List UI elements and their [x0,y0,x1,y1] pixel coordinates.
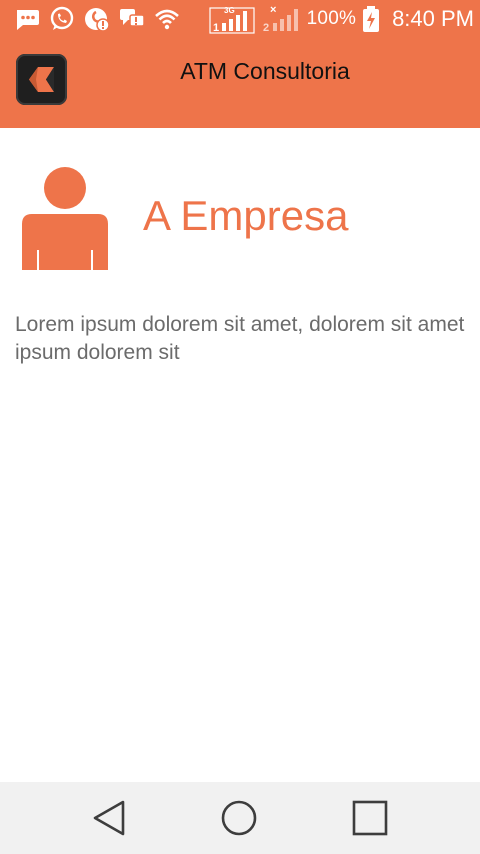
status-left-icons [14,6,180,32]
wifi-icon [155,9,179,30]
home-icon[interactable] [219,798,259,838]
screen: 3G 1 × 2 100% 8:40 PM ATM Consultoria A … [0,0,480,854]
network-type-label: 3G [224,6,235,15]
signal-sim1-icon: 3G 1 [209,6,255,34]
status-right-icons: 3G 1 × 2 100% 8:40 PM [209,4,474,34]
sim2-label: 2 [263,22,269,34]
notification-icon [85,8,110,32]
recent-apps-icon[interactable] [350,798,390,838]
description-text: Lorem ipsum dolorem sit amet, dolorem si… [15,313,465,364]
navigation-bar [0,782,480,854]
signal-sim2-icon: × 2 [263,4,298,34]
sim1-label: 1 [213,22,219,34]
section-title: A Empresa [143,192,349,239]
svg-text:×: × [270,4,276,16]
person-icon [22,167,108,270]
status-bar: 3G 1 × 2 100% 8:40 PM [0,0,480,38]
app-title: ATM Consultoria [180,58,350,84]
status-time: 8:40 PM [392,6,474,31]
app-bar: ATM Consultoria [0,38,480,128]
battery-charging-icon [363,6,380,32]
battery-percent: 100% [306,8,357,29]
chat-icon [120,9,145,27]
whatsapp-icon [50,6,74,30]
messages-icon [17,10,39,30]
back-icon[interactable] [90,798,130,838]
